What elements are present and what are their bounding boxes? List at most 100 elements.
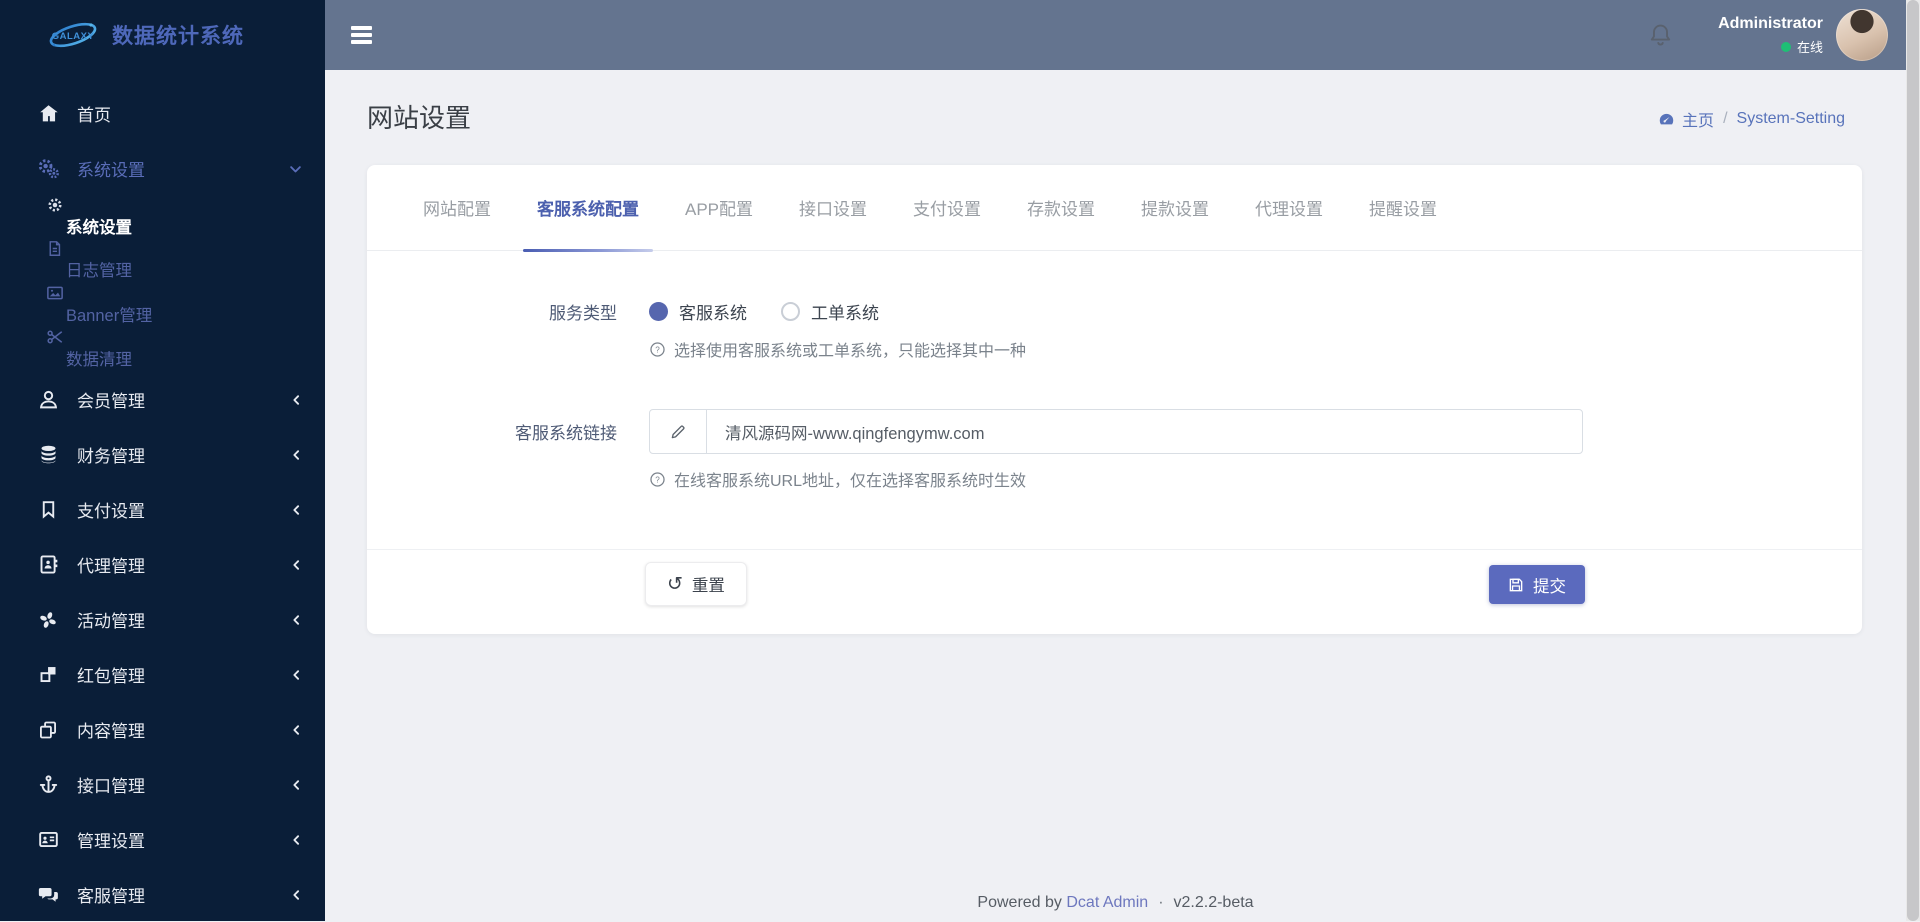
topbar: Administrator 在线 <box>325 0 1920 70</box>
service-link-input[interactable] <box>707 410 1582 453</box>
sidebar-item-content-management[interactable]: 内容管理 <box>0 702 325 757</box>
address-book-icon <box>36 553 60 577</box>
service-type-help: ? 选择使用客服系统或工单系统，只能选择其中一种 <box>649 337 1862 361</box>
sidebar-item-redpacket-management[interactable]: 红包管理 <box>0 647 325 702</box>
pencil-icon <box>650 410 707 453</box>
user-name: Administrator <box>1718 15 1823 32</box>
page-footer: Powered by Dcat Admin · v2.2.2-beta <box>325 894 1906 912</box>
sidebar-item-agent-management[interactable]: 代理管理 <box>0 537 325 592</box>
online-status-dot <box>1780 41 1791 52</box>
sidebar-item-activity-management[interactable]: 活动管理 <box>0 592 325 647</box>
radio-unchecked-icon[interactable] <box>781 302 800 321</box>
radio-ticket-system[interactable]: 工单系统 <box>781 299 879 324</box>
submit-button[interactable]: 提交 <box>1489 565 1585 604</box>
question-circle-icon: ? <box>649 471 666 488</box>
sidebar-item-system-settings-parent[interactable]: 系统设置 <box>0 141 325 196</box>
radio-checked-icon[interactable] <box>649 302 668 321</box>
version-text: v2.2.2-beta <box>1173 894 1254 911</box>
galaxy-logo-icon: GALAXY <box>46 18 100 52</box>
service-link-label: 客服系统链接 <box>515 424 617 443</box>
sidebar-item-home[interactable]: 首页 <box>0 86 325 141</box>
sidebar-item-member-management[interactable]: 会员管理 <box>0 372 325 427</box>
svg-text:?: ? <box>655 475 660 484</box>
dashboard-icon <box>1658 111 1675 128</box>
breadcrumb: 主页 / System-Setting <box>1658 107 1845 131</box>
radio-customer-service-system[interactable]: 客服系统 <box>649 299 747 324</box>
app-logo[interactable]: GALAXY 数据统计系统 <box>0 0 325 70</box>
sidebar-item-data-cleanup[interactable]: 数据清理 <box>0 328 325 372</box>
page-title: 网站设置 <box>367 103 472 133</box>
user-icon <box>36 388 60 412</box>
home-icon <box>36 102 60 126</box>
app-title: 数据统计系统 <box>112 25 244 48</box>
service-link-input-group <box>649 409 1583 454</box>
dcat-admin-link[interactable]: Dcat Admin <box>1066 894 1148 911</box>
scissors-icon <box>46 328 325 346</box>
sidebar-toggle-button[interactable] <box>351 26 372 44</box>
image-icon <box>46 284 325 302</box>
reset-button[interactable]: ↺ 重置 <box>645 562 747 606</box>
sidebar-item-system-settings[interactable]: 系统设置 <box>0 196 325 240</box>
sidebar-item-support-management[interactable]: 客服管理 <box>0 867 325 922</box>
tab-payment-settings[interactable]: 支付设置 <box>913 165 981 250</box>
tab-api-settings[interactable]: 接口设置 <box>799 165 867 250</box>
sidebar-item-payment-settings[interactable]: 支付设置 <box>0 482 325 537</box>
notifications-bell-icon[interactable] <box>1647 22 1674 49</box>
save-icon <box>1508 577 1524 593</box>
settings-card: 网站配置 客服系统配置 APP配置 接口设置 支付设置 存款设置 提款设置 代理… <box>367 165 1862 634</box>
chevron-left-icon <box>290 503 303 516</box>
tab-reminder-settings[interactable]: 提醒设置 <box>1369 165 1437 250</box>
cubes-icon <box>36 663 60 687</box>
bookmark-icon <box>36 498 60 522</box>
main-content: 网站设置 主页 / System-Setting 网站配置 客服系统配置 APP… <box>325 70 1920 921</box>
tab-agent-settings[interactable]: 代理设置 <box>1255 165 1323 250</box>
chevron-left-icon <box>290 393 303 406</box>
gear-icon <box>46 196 325 214</box>
scrollbar[interactable] <box>1906 0 1920 921</box>
avatar[interactable] <box>1836 9 1888 61</box>
logo-wordmark: GALAXY <box>52 31 95 42</box>
sidebar: GALAXY 数据统计系统 首页 系统设置 系统设置 日志管理 Banner管理… <box>0 0 325 921</box>
tab-customer-service-config[interactable]: 客服系统配置 <box>523 165 653 252</box>
question-circle-icon: ? <box>649 341 666 358</box>
file-text-icon <box>46 240 325 257</box>
svg-text:?: ? <box>655 345 660 354</box>
id-card-icon <box>36 828 60 852</box>
settings-tabs: 网站配置 客服系统配置 APP配置 接口设置 支付设置 存款设置 提款设置 代理… <box>367 165 1862 252</box>
breadcrumb-current: System-Setting <box>1736 110 1845 127</box>
copy-icon <box>36 718 60 742</box>
service-link-help: ? 在线客服系统URL地址，仅在选择客服系统时生效 <box>649 467 1862 491</box>
breadcrumb-separator: / <box>1723 110 1728 127</box>
user-menu[interactable]: Administrator 在线 <box>1718 14 1823 56</box>
comments-icon <box>36 883 60 907</box>
sidebar-nav: 首页 系统设置 系统设置 日志管理 Banner管理 数据清理 会员管理 财务管… <box>0 86 325 922</box>
undo-icon: ↺ <box>667 573 683 595</box>
chevron-left-icon <box>290 613 303 626</box>
tab-deposit-settings[interactable]: 存款设置 <box>1027 165 1095 250</box>
powered-by-text: Powered by <box>977 894 1062 911</box>
breadcrumb-home-link[interactable]: 主页 <box>1658 107 1714 131</box>
footer-separator: · <box>1158 894 1164 911</box>
chevron-down-icon <box>288 161 303 176</box>
scrollbar-thumb[interactable] <box>1907 0 1919 921</box>
chevron-left-icon <box>290 558 303 571</box>
tab-app-config[interactable]: APP配置 <box>685 165 753 250</box>
chevron-left-icon <box>290 833 303 846</box>
sidebar-item-admin-settings[interactable]: 管理设置 <box>0 812 325 867</box>
sidebar-item-finance-management[interactable]: 财务管理 <box>0 427 325 482</box>
online-status-label: 在线 <box>1796 40 1823 55</box>
form-actions: ↺ 重置 提交 <box>367 549 1862 634</box>
sidebar-item-log-management[interactable]: 日志管理 <box>0 240 325 284</box>
chevron-left-icon <box>290 723 303 736</box>
sidebar-item-api-management[interactable]: 接口管理 <box>0 757 325 812</box>
chevron-left-icon <box>290 668 303 681</box>
tab-website-config[interactable]: 网站配置 <box>423 165 491 250</box>
service-type-label: 服务类型 <box>549 304 617 323</box>
chevron-left-icon <box>290 888 303 901</box>
sidebar-item-banner-management[interactable]: Banner管理 <box>0 284 325 328</box>
tab-withdrawal-settings[interactable]: 提款设置 <box>1141 165 1209 250</box>
burst-icon <box>36 608 60 632</box>
chevron-left-icon <box>290 778 303 791</box>
anchor-icon <box>36 773 60 797</box>
chevron-left-icon <box>290 448 303 461</box>
